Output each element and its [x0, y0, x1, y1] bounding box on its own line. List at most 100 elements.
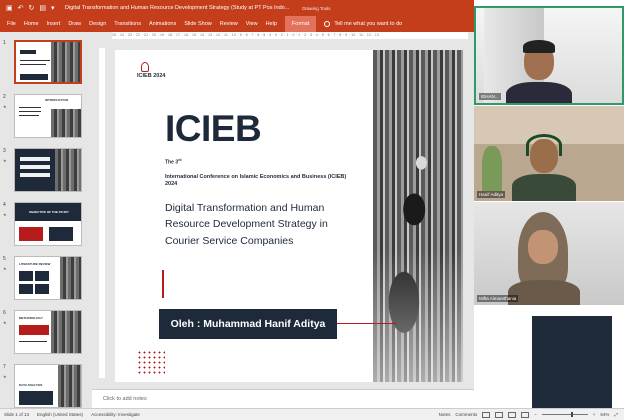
zoom-slider-thumb[interactable]: [570, 412, 573, 417]
tab-format[interactable]: Format: [284, 16, 317, 32]
document-title: Digital Transformation and Human Resourc…: [65, 5, 290, 11]
thumbnail-number: 4: [3, 202, 6, 208]
quick-access-toolbar: ▣ ↶ ↻ ▤ ▾: [0, 5, 60, 12]
thumbnail-number: 3: [3, 148, 6, 154]
thumbnail-block: [19, 284, 33, 294]
thumbnail-row[interactable]: 5 ★ LITERATURE REVIEW: [0, 254, 92, 302]
language-indicator[interactable]: English (United States): [33, 412, 87, 417]
tab-design[interactable]: Design: [85, 21, 110, 27]
thumbnail-row[interactable]: 6 ★ METHODOLOGY: [0, 308, 92, 356]
thumbnail-slide-1[interactable]: [14, 40, 82, 84]
thumbnail-number: 1: [3, 40, 6, 46]
slideshow-icon[interactable]: [521, 411, 530, 418]
thumbnail-text-line: [19, 341, 47, 342]
slide-logo[interactable]: ICIEB 2024: [137, 62, 165, 79]
status-bar: Slide 1 of 13 English (United States) Ac…: [0, 408, 624, 420]
transition-star-icon: ★: [3, 320, 7, 325]
thumbnail-title: INTRODUCTION: [45, 98, 68, 102]
thumbnail-number: 7: [3, 364, 6, 370]
thumbnail-slide-5[interactable]: LITERATURE REVIEW: [14, 256, 82, 300]
notes-pane[interactable]: Click to add notes: [92, 389, 474, 408]
thumbnail-text-line: [19, 107, 41, 108]
tab-animations[interactable]: Animations: [145, 21, 180, 27]
notes-button[interactable]: Notes: [439, 412, 451, 417]
thumbnail-row[interactable]: 1: [0, 38, 92, 86]
thumbnail-navy-card: [49, 227, 73, 241]
slide-counter: Slide 1 of 13: [4, 412, 30, 417]
accessibility-check[interactable]: Accessibility: Investigate: [87, 412, 144, 417]
red-accent-line: [162, 270, 164, 298]
thumbnail-photo: [50, 109, 81, 137]
tell-me-text: Tell me what you want to do: [334, 21, 403, 27]
tab-transitions[interactable]: Transitions: [110, 21, 145, 27]
transition-star-icon: ★: [3, 158, 7, 163]
dot-pattern: [137, 350, 165, 374]
fit-slide-icon[interactable]: ⤢: [614, 412, 618, 417]
thumbnail-number: 6: [3, 310, 6, 316]
thumbnail-text-line: [20, 64, 46, 65]
slide-sorter-icon[interactable]: [495, 411, 504, 418]
headphones-icon: [526, 134, 562, 156]
tab-slideshow[interactable]: Slide Show: [180, 21, 216, 27]
zoom-out-icon[interactable]: −: [534, 412, 537, 417]
tab-home[interactable]: Home: [20, 21, 43, 27]
thumbnail-number: 5: [3, 256, 6, 262]
thumbnail-slide-4[interactable]: OBJECTIVE OF THE STUDY: [14, 202, 82, 246]
participant-tile-active[interactable]: IEHAN...: [474, 6, 624, 105]
undo-icon[interactable]: ↶: [18, 5, 24, 12]
slide-subtitle[interactable]: Digital Transformation and Human Resourc…: [165, 200, 365, 249]
thumbnail-slide-3[interactable]: [14, 148, 82, 192]
logo-text: ICIEB 2024: [137, 73, 166, 79]
author-box[interactable]: Oleh : Muhammad Hanif Aditya: [159, 309, 337, 339]
thumbnail-text-line: [19, 111, 41, 112]
tab-view[interactable]: View: [242, 21, 262, 27]
tab-help[interactable]: Help: [262, 21, 281, 27]
thumbnail-row[interactable]: 2 ★ INTRODUCTION: [0, 92, 92, 140]
slide-canvas[interactable]: ICIEB 2024 ICIEB The 3rd International C…: [115, 50, 463, 382]
thumbnail-row[interactable]: 3 ★: [0, 146, 92, 194]
comments-button[interactable]: Comments: [455, 412, 477, 417]
slide-conference-name[interactable]: International Conference on Islamic Econ…: [165, 174, 346, 180]
context-tools-label: Drawing Tools: [302, 5, 331, 11]
save-icon[interactable]: ▣: [6, 5, 13, 12]
thumbnail-photo: [51, 311, 81, 353]
status-right: Notes Comments − + 64% ⤢: [439, 409, 618, 420]
thumbnail-red-card: [19, 227, 43, 241]
thumbnail-block: [35, 271, 49, 281]
zoom-level[interactable]: 64%: [600, 412, 609, 417]
slide-year[interactable]: 2024: [165, 181, 177, 187]
thumbnail-row[interactable]: 7 ★ DATA ANALYSIS: [0, 362, 92, 408]
participant-name: Mifta Almarethania: [477, 295, 519, 302]
horizontal-ruler: 25 · 24 · 23 · 22 · 21 · 20 · 19 · 18 · …: [112, 32, 468, 39]
thumbnail-red-block: [19, 325, 49, 335]
reading-view-icon[interactable]: [508, 411, 517, 418]
redo-icon[interactable]: ↻: [29, 5, 35, 12]
thumbnail-slide-2[interactable]: INTRODUCTION: [14, 94, 82, 138]
tab-file[interactable]: File: [0, 21, 20, 27]
slide-photo[interactable]: [373, 50, 463, 382]
thumbnail-title: LITERATURE REVIEW: [19, 262, 51, 266]
transition-star-icon: ★: [3, 266, 7, 271]
thumbnail-title: METHODOLOGY: [19, 316, 43, 320]
tab-review[interactable]: Review: [216, 21, 242, 27]
slide-thumbnail-panel: 1 2 ★ INTRODUCTION 3 ★ 4 ★ OBJECTIVE OF …: [0, 32, 92, 408]
tab-insert[interactable]: Insert: [43, 21, 65, 27]
author-connector-line: [337, 323, 397, 324]
thumbnail-slide-7[interactable]: DATA ANALYSIS: [14, 364, 82, 408]
tell-me-search[interactable]: Tell me what you want to do: [324, 21, 402, 27]
slide-big-title[interactable]: ICIEB: [165, 110, 262, 147]
customize-qat-icon[interactable]: ▾: [51, 5, 55, 12]
transition-star-icon: ★: [3, 104, 7, 109]
tab-draw[interactable]: Draw: [64, 21, 85, 27]
thumbnail-row[interactable]: 4 ★ OBJECTIVE OF THE STUDY: [0, 200, 92, 248]
thumbnail-photo: [50, 42, 80, 82]
slide-edition[interactable]: The 3rd: [165, 158, 182, 166]
present-icon[interactable]: ▤: [39, 5, 46, 12]
zoom-slider[interactable]: [541, 412, 588, 417]
thumbnail-slide-6[interactable]: METHODOLOGY: [14, 310, 82, 354]
normal-view-icon[interactable]: [482, 411, 491, 418]
zoom-in-icon[interactable]: +: [593, 412, 596, 417]
participant-tile[interactable]: Mifta Almarethania: [474, 202, 624, 305]
participant-tile[interactable]: Hanif Aditya: [474, 106, 624, 201]
thumbnail-block: [19, 271, 33, 281]
